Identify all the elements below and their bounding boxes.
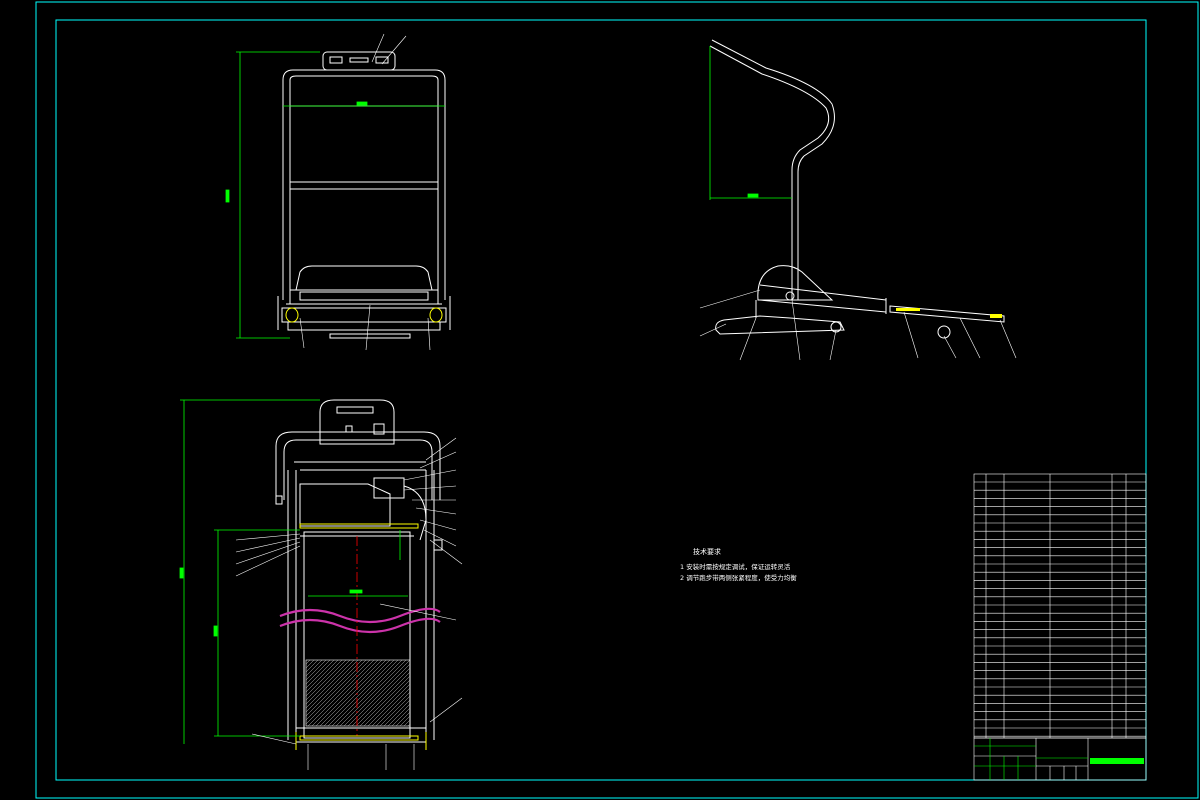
hatch-line bbox=[306, 660, 335, 689]
hatch-line bbox=[387, 703, 410, 726]
tech-note-2: 2 调节跑步带两侧张紧程度，使受力均衡 bbox=[680, 574, 797, 582]
hatch-line bbox=[306, 660, 347, 701]
hatch-line bbox=[319, 660, 387, 726]
hatch-line bbox=[363, 679, 410, 726]
parts-list-table bbox=[973, 473, 1147, 739]
hatch-line bbox=[407, 723, 410, 726]
hatch-line bbox=[306, 660, 331, 685]
tech-notes-title: 技术要求 bbox=[693, 548, 721, 556]
hatch-line bbox=[335, 660, 403, 726]
hatch-line bbox=[375, 691, 410, 726]
hatch-line bbox=[327, 660, 395, 726]
hatch-line bbox=[306, 660, 371, 725]
hatch-line bbox=[347, 663, 410, 726]
hatch-line bbox=[391, 707, 410, 726]
hatch-line bbox=[311, 660, 379, 726]
hatch-line bbox=[306, 660, 351, 705]
hatch-line bbox=[371, 687, 410, 726]
hatch-line bbox=[236, 660, 302, 726]
hatch-line bbox=[306, 660, 343, 697]
front-view bbox=[277, 51, 451, 339]
hatch-line bbox=[306, 660, 367, 721]
hatch-line bbox=[306, 660, 355, 709]
hatch-line bbox=[306, 660, 359, 713]
hatch-line bbox=[306, 660, 311, 665]
tech-note-1: 1 安装时需按规定调试，保证运转灵活 bbox=[680, 563, 791, 571]
hatch-line bbox=[383, 699, 410, 726]
hatch-line bbox=[307, 660, 375, 726]
hatch-line bbox=[367, 683, 410, 726]
hatch-line bbox=[403, 719, 410, 726]
hatch-line bbox=[355, 671, 410, 726]
hatch-line bbox=[359, 675, 410, 726]
hatch-line bbox=[339, 660, 407, 726]
hatch-line bbox=[379, 695, 410, 726]
hatch-line bbox=[315, 660, 383, 726]
hatch-line bbox=[306, 660, 319, 673]
hatch-line bbox=[306, 660, 327, 681]
hatch-line bbox=[343, 660, 410, 726]
side-view bbox=[709, 39, 1005, 339]
hatch-line bbox=[412, 660, 478, 726]
front-view-dimensions bbox=[225, 51, 445, 339]
hatch-line bbox=[395, 711, 410, 726]
hatch-line bbox=[351, 667, 410, 726]
hatch-line bbox=[306, 660, 339, 693]
hatch-line bbox=[331, 660, 399, 726]
hatch-line bbox=[306, 660, 323, 677]
cad-drawing-sheet bbox=[35, 1, 1199, 799]
